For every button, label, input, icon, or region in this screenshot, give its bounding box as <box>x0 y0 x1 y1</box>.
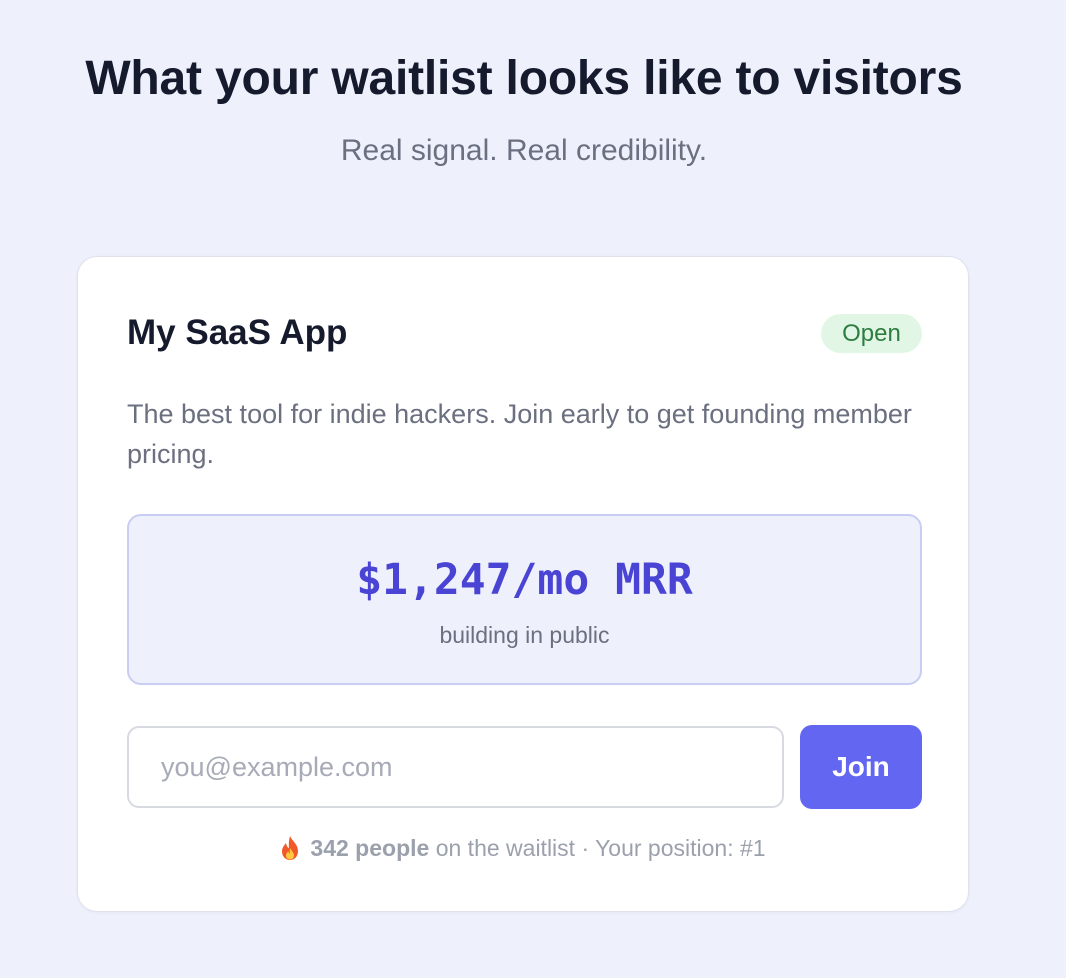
mrr-caption: building in public <box>439 622 610 648</box>
page-subtitle: Real signal. Real credibility. <box>340 134 708 167</box>
app-name: My SaaS App <box>127 313 348 352</box>
mrr-value: $1,247/mo MRR <box>356 555 693 605</box>
waitlist-status: 342 people on the waitlist · Your positi… <box>78 832 968 864</box>
waitlist-preview-card: My SaaS App Open The best tool for indie… <box>77 256 969 912</box>
email-input[interactable] <box>127 726 784 808</box>
join-button[interactable]: Join <box>800 725 922 809</box>
page-title: What your waitlist looks like to visitor… <box>85 52 963 105</box>
waitlist-position: on the waitlist · Your position: #1 <box>435 835 766 861</box>
status-badge: Open <box>821 314 922 353</box>
waitlist-count: 342 people <box>310 835 430 861</box>
app-description: The best tool for indie hackers. Join ea… <box>127 399 912 469</box>
mrr-panel: $1,247/mo MRR building in public <box>127 514 922 685</box>
fire-icon <box>280 835 300 861</box>
